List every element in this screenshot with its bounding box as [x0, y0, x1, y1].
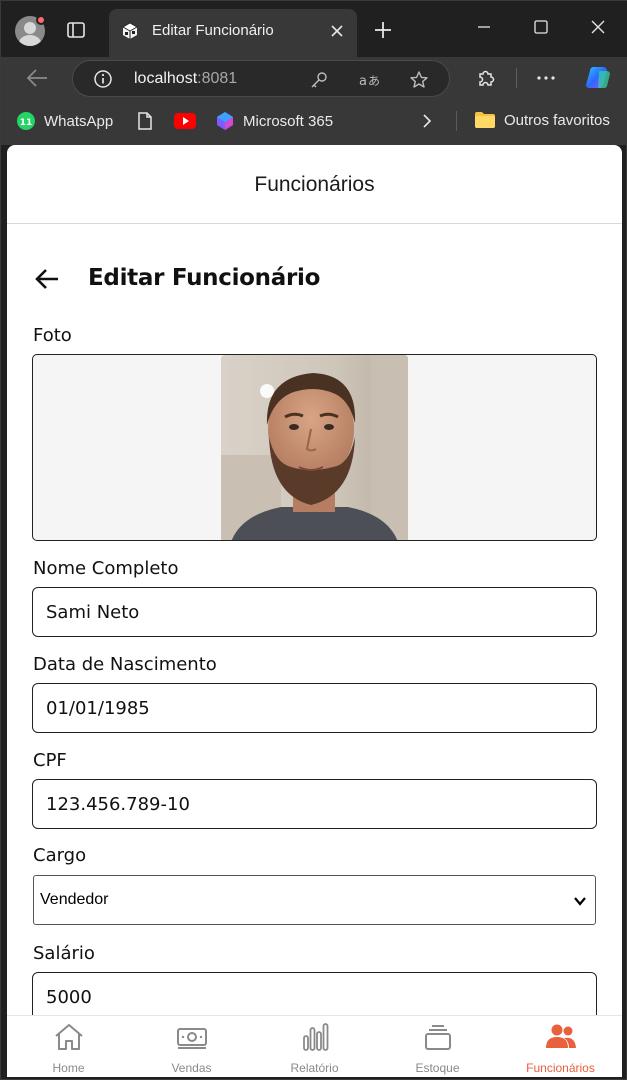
employee-photo	[221, 355, 408, 540]
nav-item-estoque[interactable]: Estoque	[376, 1016, 499, 1077]
chevron-down-icon	[574, 897, 586, 906]
people-icon	[546, 1024, 576, 1048]
bookmark-microsoft365[interactable]: Microsoft 365	[215, 111, 333, 131]
nav-item-funcionarios[interactable]: Funcionários	[499, 1016, 622, 1077]
chevron-right-icon[interactable]	[420, 112, 434, 130]
nav-label-estoque: Estoque	[415, 1061, 460, 1075]
home-icon	[55, 1024, 83, 1050]
tab-strip: Editar Funcionário	[1, 1, 627, 57]
folder-icon	[475, 112, 495, 128]
active-tab[interactable]: Editar Funcionário	[109, 9, 357, 57]
favorite-star-icon[interactable]	[409, 70, 429, 90]
site-info-icon[interactable]	[93, 69, 113, 89]
microsoft365-icon	[217, 112, 233, 130]
more-menu-icon[interactable]	[535, 67, 557, 89]
tab-title: Editar Funcionário	[152, 22, 274, 39]
bar-chart-icon	[303, 1023, 329, 1051]
url-text: localhost:8081	[134, 70, 238, 87]
back-arrow-icon[interactable]	[33, 265, 61, 293]
browser-toolbar: localhost:8081 a あ	[1, 57, 627, 99]
bottom-nav: Home Vendas Relatório Estoque Funcionári…	[7, 1015, 622, 1077]
close-tab-icon[interactable]	[329, 23, 345, 39]
tab-actions-icon[interactable]	[65, 19, 87, 41]
bookmark-label: Microsoft 365	[243, 112, 334, 130]
password-key-icon[interactable]	[309, 70, 329, 90]
role-select-value: Vendedor	[40, 891, 109, 908]
notification-dot-icon	[36, 15, 46, 25]
bookmarks-divider	[456, 111, 457, 131]
new-tab-icon[interactable]	[373, 20, 393, 40]
nav-label-home: Home	[52, 1061, 85, 1075]
bookmark-label: Outros favoritos	[504, 111, 610, 129]
money-icon	[177, 1028, 207, 1049]
bookmark-label: WhatsApp	[44, 112, 114, 130]
cpf-label: CPF	[33, 750, 67, 771]
page-content: Funcionários Editar Funcionário Foto Nom…	[7, 145, 622, 1077]
maximize-icon[interactable]	[531, 17, 551, 37]
nav-label-funcionarios: Funcionários	[526, 1061, 595, 1075]
app-header-title: Funcionários	[254, 173, 375, 196]
role-select[interactable]: Vendedor	[33, 875, 596, 925]
address-bar[interactable]: localhost:8081 a あ	[72, 60, 450, 97]
form-title: Editar Funcionário	[88, 265, 321, 291]
minimize-icon[interactable]	[474, 17, 494, 37]
bookmark-other-favorites[interactable]: Outros favoritos	[474, 111, 610, 129]
svg-text:11: 11	[20, 118, 33, 128]
youtube-icon[interactable]	[174, 113, 196, 129]
svg-text:a: a	[359, 74, 367, 89]
salary-label: Salário	[33, 943, 95, 964]
whatsapp-icon: 11	[17, 112, 35, 130]
close-window-icon[interactable]	[588, 17, 608, 37]
browser-back-icon[interactable]	[25, 67, 49, 89]
nav-item-home[interactable]: Home	[7, 1016, 130, 1077]
svg-text:あ: あ	[368, 74, 380, 88]
bookmarks-bar: 11 WhatsApp Microsoft 365 Outros favorit…	[1, 99, 627, 145]
stack-icon	[425, 1025, 451, 1050]
bookmark-whatsapp[interactable]: 11 WhatsApp	[16, 111, 113, 131]
nav-label-vendas: Vendas	[171, 1061, 212, 1075]
document-bookmark-icon[interactable]	[136, 111, 154, 131]
app-header: Funcionários	[7, 145, 622, 224]
name-input[interactable]: Sami Neto	[32, 587, 597, 637]
role-label: Cargo	[33, 845, 87, 866]
app-favicon-icon	[122, 22, 138, 39]
copilot-icon[interactable]	[584, 63, 614, 93]
nav-item-relatorio[interactable]: Relatório	[253, 1016, 376, 1077]
toolbar-divider	[516, 68, 517, 88]
translate-icon[interactable]: a あ	[359, 70, 383, 90]
birth-date-input[interactable]: 01/01/1985	[32, 683, 597, 733]
photo-picker[interactable]	[32, 354, 597, 541]
extensions-puzzle-icon[interactable]	[475, 67, 497, 89]
nav-item-vendas[interactable]: Vendas	[130, 1016, 253, 1077]
cpf-input[interactable]: 123.456.789-10	[32, 779, 597, 829]
birth-date-label: Data de Nascimento	[33, 654, 217, 675]
nav-label-relatorio: Relatório	[290, 1061, 339, 1075]
browser-window: Editar Funcionário localhost:8081 a あ 11…	[0, 0, 627, 1080]
name-label: Nome Completo	[33, 558, 179, 579]
photo-label: Foto	[33, 325, 72, 346]
